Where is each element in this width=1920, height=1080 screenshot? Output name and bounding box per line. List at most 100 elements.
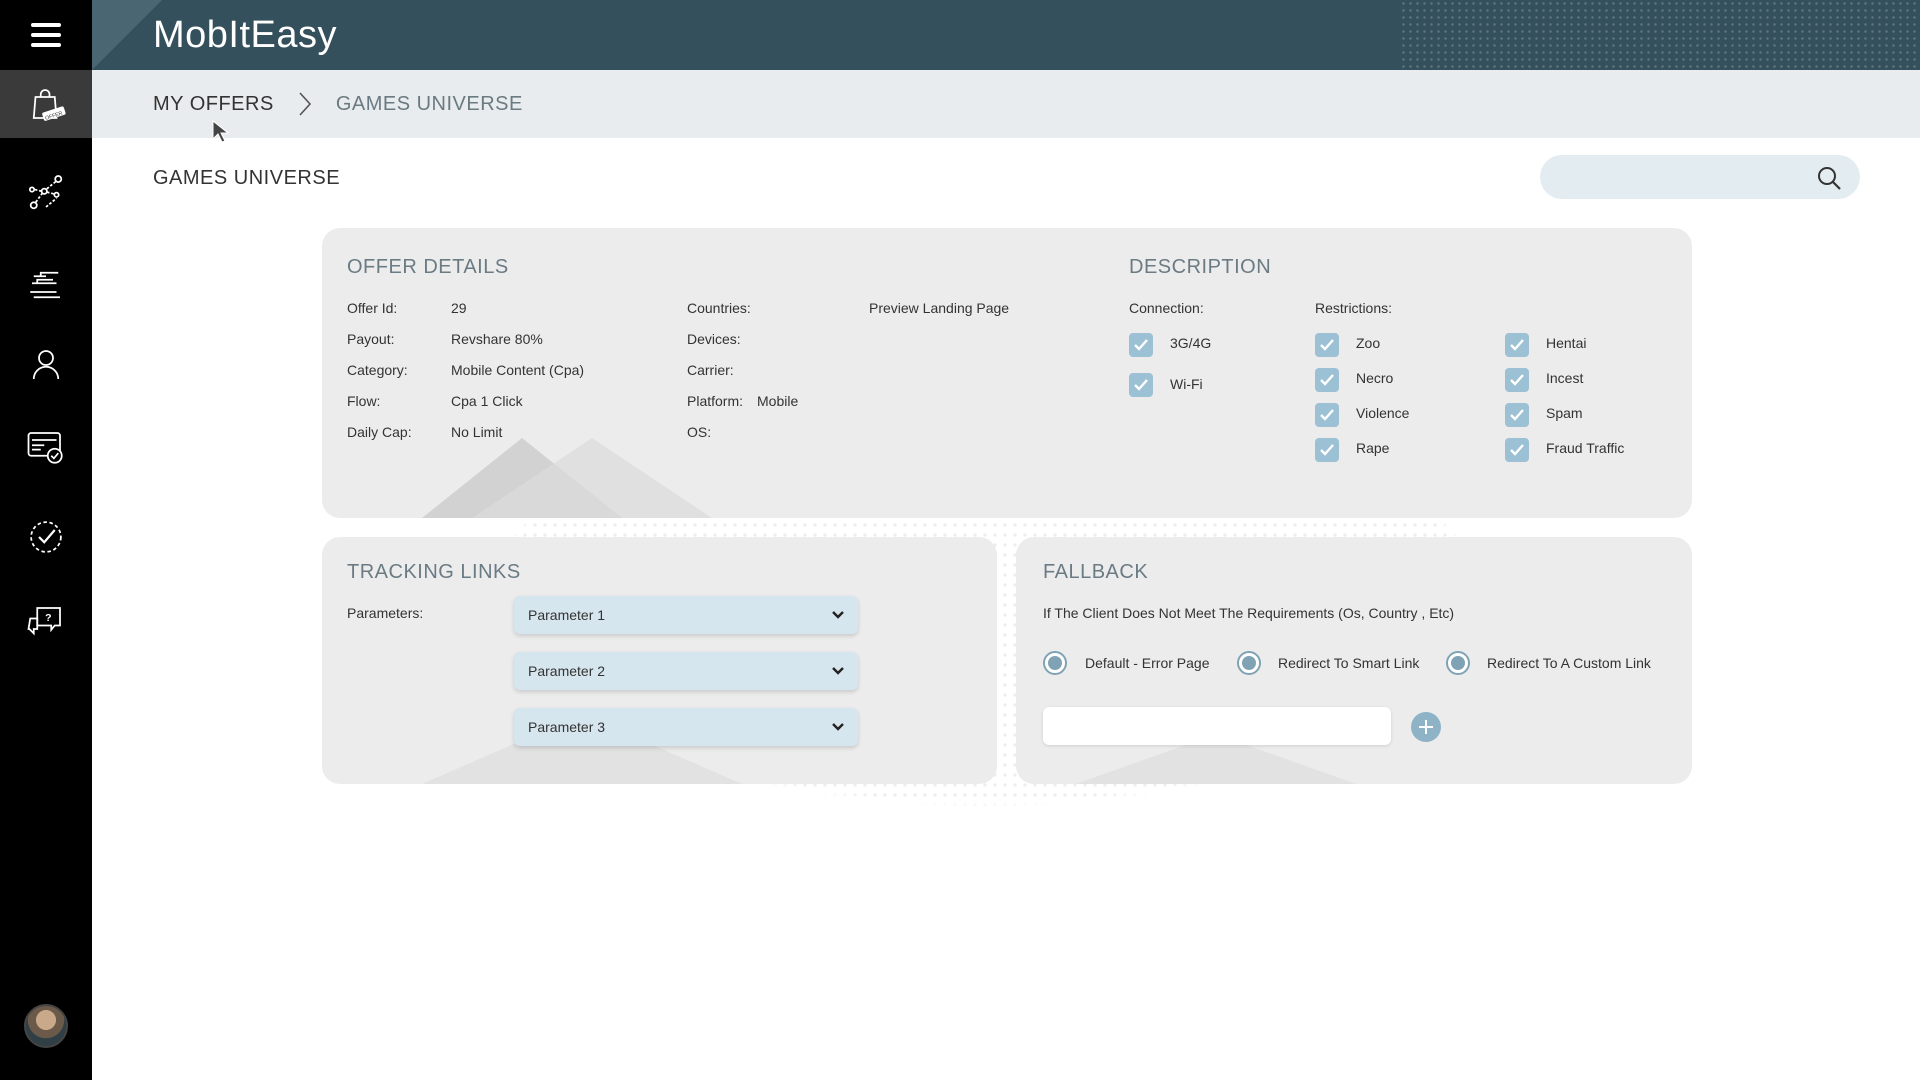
- world-map-decoration: [1400, 0, 1920, 70]
- menu-button[interactable]: [0, 0, 92, 70]
- checkbox-restriction-violence[interactable]: [1315, 403, 1339, 427]
- offer-bag-icon: OFFER: [32, 89, 66, 122]
- description-title: DESCRIPTION: [1129, 256, 1272, 278]
- checkmark-icon: [1134, 339, 1148, 351]
- search-input[interactable]: [1540, 155, 1800, 199]
- connection-label: Connection:: [1129, 300, 1204, 316]
- checkbox-restriction-zoo[interactable]: [1315, 333, 1339, 357]
- app-title: MobItEasy: [153, 14, 338, 56]
- restriction-zoo-label: Zoo: [1356, 335, 1381, 351]
- checkbox-restriction-necro[interactable]: [1315, 368, 1339, 392]
- checkmark-icon: [1510, 444, 1524, 456]
- sidebar: OFFER ?: [0, 0, 92, 1080]
- checkmark-icon: [1510, 374, 1524, 386]
- checkmark-icon: [1134, 379, 1148, 391]
- connection-3g4g-label: 3G/4G: [1170, 335, 1212, 351]
- chevron-down-icon: [832, 611, 844, 619]
- offer-details-card: OFFER DETAILS Offer Id: 29 Payout: Revsh…: [322, 228, 1692, 518]
- mouse-cursor-icon: [212, 120, 230, 143]
- checkmark-icon: [1510, 339, 1524, 351]
- user-icon: [32, 350, 60, 380]
- billing-icon: [27, 432, 63, 464]
- checkbox-restriction-incest[interactable]: [1505, 368, 1529, 392]
- fallback-title: FALLBACK: [1043, 561, 1149, 583]
- parameter-3-dropdown[interactable]: Parameter 3: [514, 708, 858, 746]
- chevron-down-icon: [832, 723, 844, 731]
- checkbox-restriction-fraud-traffic[interactable]: [1505, 438, 1529, 462]
- page-title: GAMES UNIVERSE: [153, 167, 341, 189]
- restriction-rape-label: Rape: [1356, 440, 1390, 456]
- reports-icon: [30, 271, 60, 299]
- chevron-right-icon: [299, 92, 311, 116]
- restrictions-label: Restrictions:: [1315, 300, 1393, 316]
- platform-value: Mobile: [757, 393, 799, 409]
- checkbox-restriction-hentai[interactable]: [1505, 333, 1529, 357]
- restriction-incest-label: Incest: [1546, 370, 1584, 386]
- tracking-links-card: TRACKING LINKS Parameters: Parameter 1 P…: [322, 537, 997, 784]
- nav-billing[interactable]: [0, 412, 92, 482]
- checkmark-icon: [1320, 339, 1334, 351]
- checkbox-restriction-rape[interactable]: [1315, 438, 1339, 462]
- flow-label: Flow:: [347, 393, 381, 409]
- breadcrumb: MY OFFERS GAMES UNIVERSE: [92, 70, 1920, 138]
- radio-redirect-custom-link-label: Redirect To A Custom Link: [1487, 655, 1651, 671]
- restriction-violence-label: Violence: [1356, 405, 1410, 421]
- nav-reports[interactable]: [0, 250, 92, 320]
- approval-icon: [30, 521, 62, 553]
- nav-approvals[interactable]: [0, 502, 92, 572]
- restriction-spam-label: Spam: [1546, 405, 1583, 421]
- nav-network[interactable]: [0, 158, 92, 228]
- checkmark-icon: [1320, 409, 1334, 421]
- parameter-1-value: Parameter 1: [528, 607, 606, 623]
- devices-label: Devices:: [687, 331, 741, 347]
- checkmark-icon: [1510, 409, 1524, 421]
- os-label: OS:: [687, 424, 712, 440]
- radio-default-error-page-label: Default - Error Page: [1085, 655, 1210, 671]
- breadcrumb-current: GAMES UNIVERSE: [335, 92, 523, 115]
- nav-profile[interactable]: [0, 330, 92, 400]
- offer-details-title: OFFER DETAILS: [347, 256, 509, 278]
- support-chat-icon: ?: [27, 607, 61, 636]
- search-icon[interactable]: [1816, 165, 1842, 191]
- radio-redirect-custom-link[interactable]: [1446, 651, 1470, 675]
- payout-value: Revshare 80%: [451, 331, 543, 347]
- platform-label: Platform:: [687, 393, 744, 409]
- search-box: [1540, 155, 1860, 199]
- breadcrumb-my-offers[interactable]: MY OFFERS: [153, 93, 274, 116]
- checkbox-restriction-spam[interactable]: [1505, 403, 1529, 427]
- category-label: Category:: [347, 362, 408, 378]
- app-header: MobItEasy: [92, 0, 1920, 70]
- radio-redirect-smart-link-label: Redirect To Smart Link: [1278, 655, 1420, 671]
- daily-cap-value: No Limit: [451, 424, 503, 440]
- checkbox-connection-3g4g[interactable]: [1129, 333, 1153, 357]
- restriction-hentai-label: Hentai: [1546, 335, 1587, 351]
- add-link-button[interactable]: [1411, 712, 1441, 742]
- countries-label: Countries:: [687, 300, 751, 316]
- svg-text:?: ?: [45, 612, 51, 624]
- user-avatar[interactable]: [24, 1004, 68, 1048]
- offer-id-label: Offer Id:: [347, 300, 398, 316]
- chevron-down-icon: [832, 667, 844, 675]
- daily-cap-label: Daily Cap:: [347, 424, 412, 440]
- radio-default-error-page[interactable]: [1043, 651, 1067, 675]
- tracking-links-title: TRACKING LINKS: [347, 561, 521, 583]
- category-value: Mobile Content (Cpa): [451, 362, 585, 378]
- checkbox-connection-wifi[interactable]: [1129, 373, 1153, 397]
- preview-landing-page-link[interactable]: Preview Landing Page: [869, 300, 1009, 316]
- nav-support[interactable]: ?: [0, 587, 92, 657]
- parameter-2-dropdown[interactable]: Parameter 2: [514, 652, 858, 690]
- checkmark-icon: [1320, 374, 1334, 386]
- fallback-description: If The Client Does Not Meet The Requirem…: [1043, 605, 1455, 621]
- custom-link-input[interactable]: [1043, 707, 1391, 745]
- flow-value: Cpa 1 Click: [451, 393, 523, 409]
- restriction-fraud-traffic-label: Fraud Traffic: [1546, 440, 1625, 456]
- checkmark-icon: [1320, 444, 1334, 456]
- payout-label: Payout:: [347, 331, 395, 347]
- restriction-necro-label: Necro: [1356, 370, 1394, 386]
- connection-wifi-label: Wi-Fi: [1170, 376, 1203, 392]
- fallback-card: FALLBACK If The Client Does Not Meet The…: [1016, 537, 1692, 784]
- nav-offers[interactable]: OFFER: [0, 70, 92, 138]
- menu-icon: [31, 23, 61, 47]
- radio-redirect-smart-link[interactable]: [1237, 651, 1261, 675]
- parameter-1-dropdown[interactable]: Parameter 1: [514, 596, 858, 634]
